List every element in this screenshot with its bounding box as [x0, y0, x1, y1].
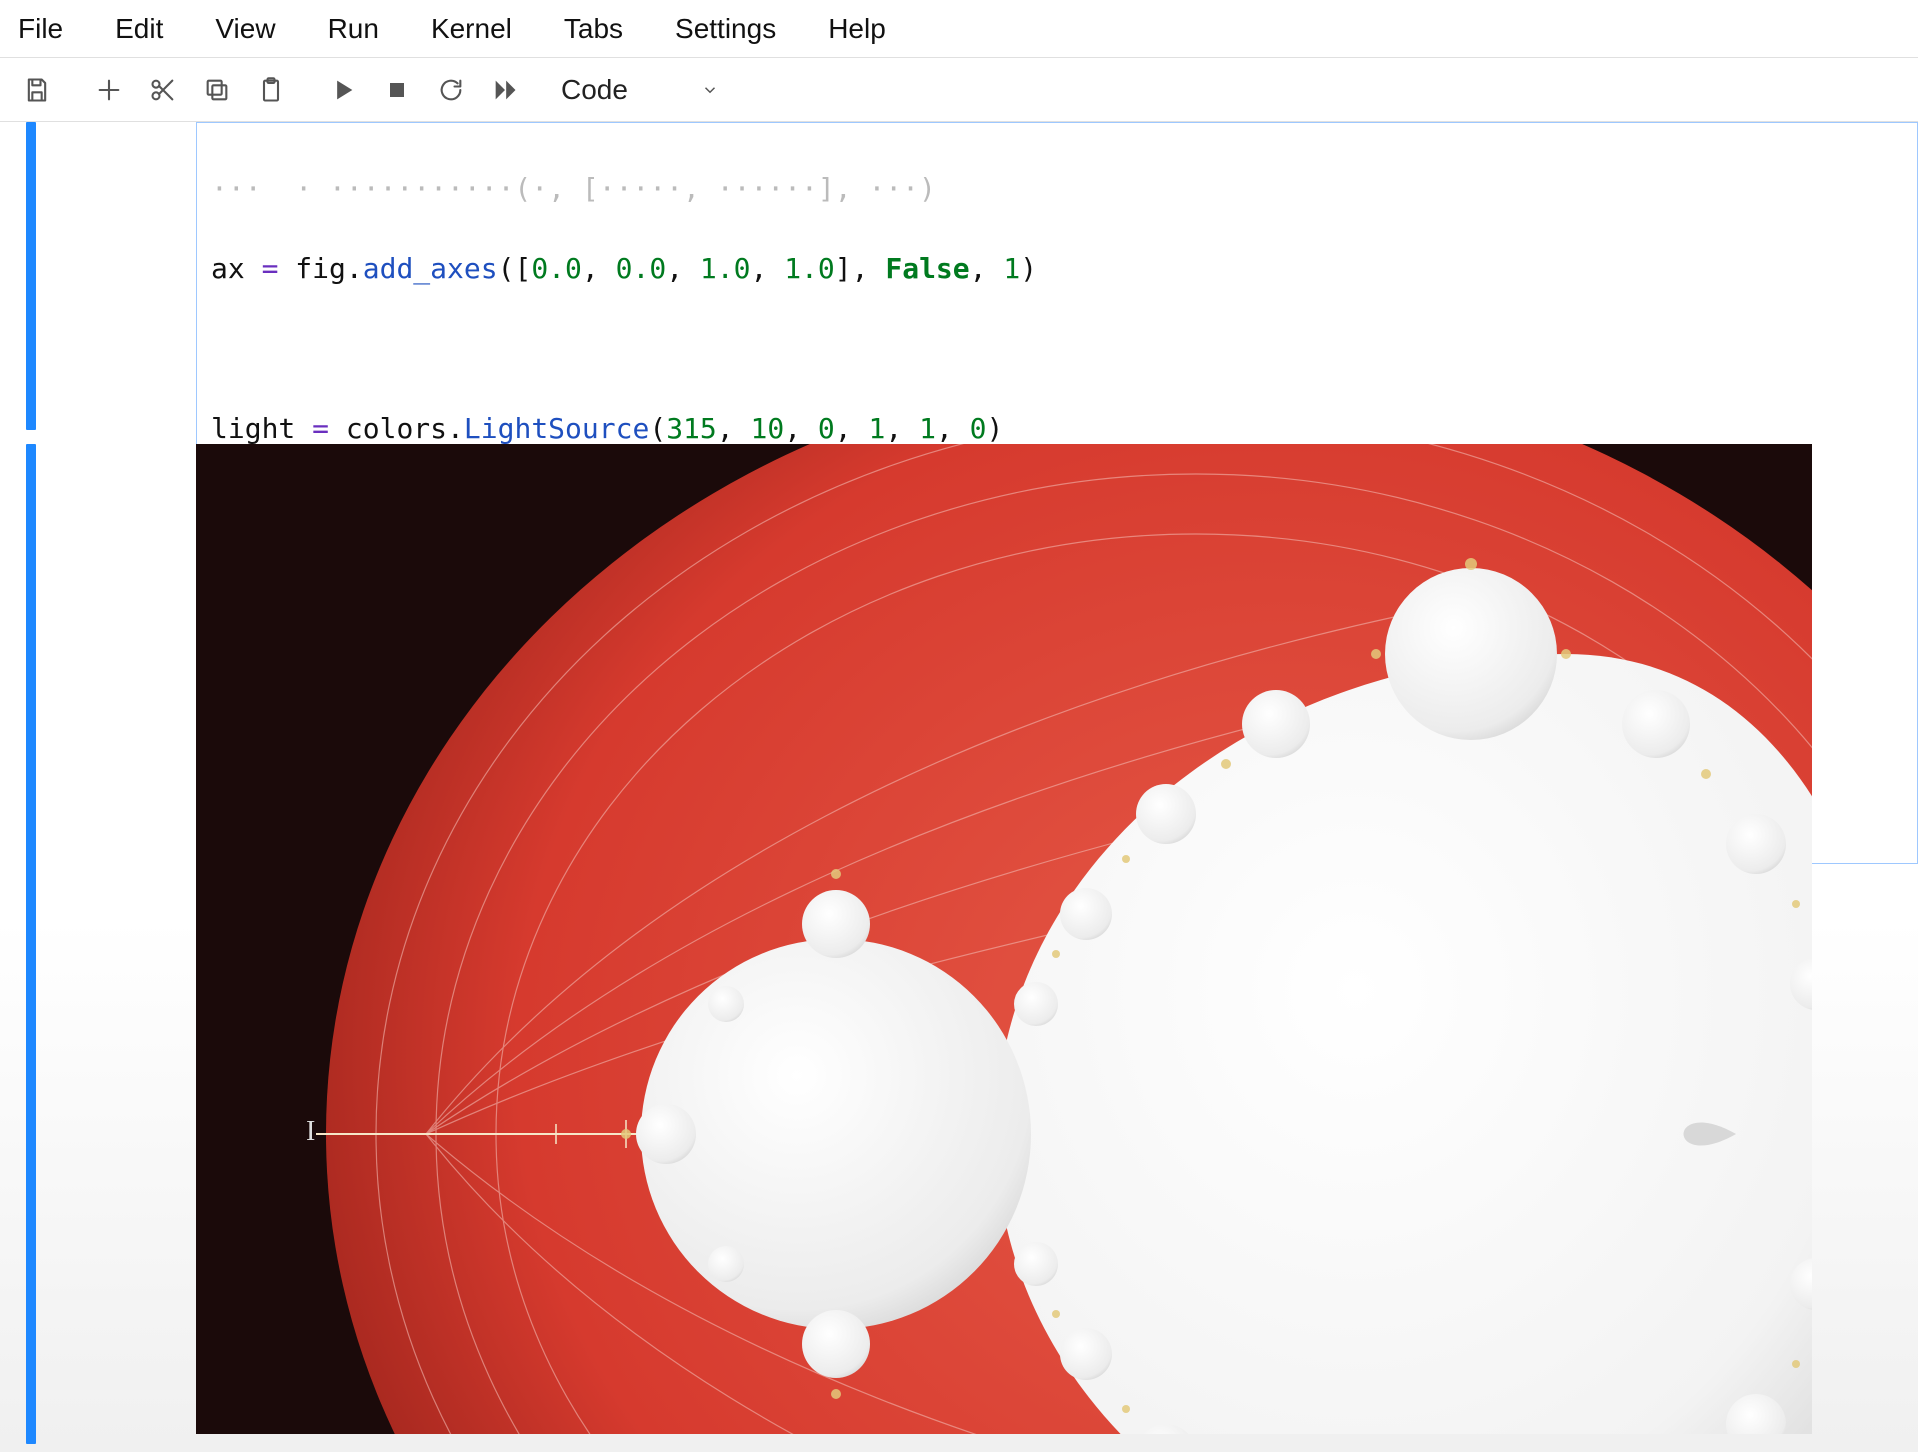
notebook-toolbar: Code: [0, 58, 1918, 122]
plus-icon: [95, 76, 123, 104]
chevron-down-icon: [701, 74, 719, 106]
interrupt-button[interactable]: [370, 66, 424, 114]
paste-button[interactable]: [244, 66, 298, 114]
code-cell[interactable]: ··· · ···········(·, [·····, ······], ··…: [0, 122, 1918, 430]
cell-type-label: Code: [561, 74, 628, 106]
output-image: I: [196, 444, 1812, 1434]
code-line: ax = fig.add_axes([0.0, 0.0, 1.0, 1.0], …: [211, 249, 1903, 289]
code-line: [211, 329, 1903, 369]
menu-view[interactable]: View: [189, 13, 301, 45]
clipboard-icon: [257, 76, 285, 104]
cell-prompt-gutter: [36, 122, 186, 430]
notebook-area: ··· · ···········(·, [·····, ······], ··…: [0, 122, 1918, 1452]
run-all-button[interactable]: [478, 66, 532, 114]
cell-type-select[interactable]: Code: [550, 68, 730, 112]
scissors-icon: [149, 76, 177, 104]
code-line: light = colors.LightSource(315, 10, 0, 1…: [211, 409, 1903, 449]
copy-button[interactable]: [190, 66, 244, 114]
cell-prompt-gutter: [36, 444, 186, 1444]
menu-kernel[interactable]: Kernel: [405, 13, 538, 45]
cell-selection-bar: [26, 122, 36, 430]
restart-kernel-button[interactable]: [424, 66, 478, 114]
fast-forward-icon: [491, 76, 519, 104]
text-cursor-icon: I: [306, 1116, 315, 1148]
menu-help[interactable]: Help: [802, 13, 912, 45]
output-cell: I: [0, 444, 1918, 1444]
save-button[interactable]: [10, 66, 64, 114]
menu-file[interactable]: File: [4, 13, 89, 45]
cut-button[interactable]: [136, 66, 190, 114]
code-line: ··· · ···········(·, [·····, ······], ··…: [211, 169, 1903, 209]
run-cell-button[interactable]: [316, 66, 370, 114]
menu-edit[interactable]: Edit: [89, 13, 189, 45]
menu-run[interactable]: Run: [302, 13, 405, 45]
stop-icon: [383, 76, 411, 104]
restart-icon: [437, 76, 465, 104]
mandelbrot-render: [196, 444, 1812, 1434]
menu-settings[interactable]: Settings: [649, 13, 802, 45]
menu-bar: File Edit View Run Kernel Tabs Settings …: [0, 0, 1918, 58]
add-cell-button[interactable]: [82, 66, 136, 114]
copy-icon: [203, 76, 231, 104]
cell-selection-bar: [26, 444, 36, 1444]
save-icon: [23, 76, 51, 104]
menu-tabs[interactable]: Tabs: [538, 13, 649, 45]
play-icon: [329, 76, 357, 104]
